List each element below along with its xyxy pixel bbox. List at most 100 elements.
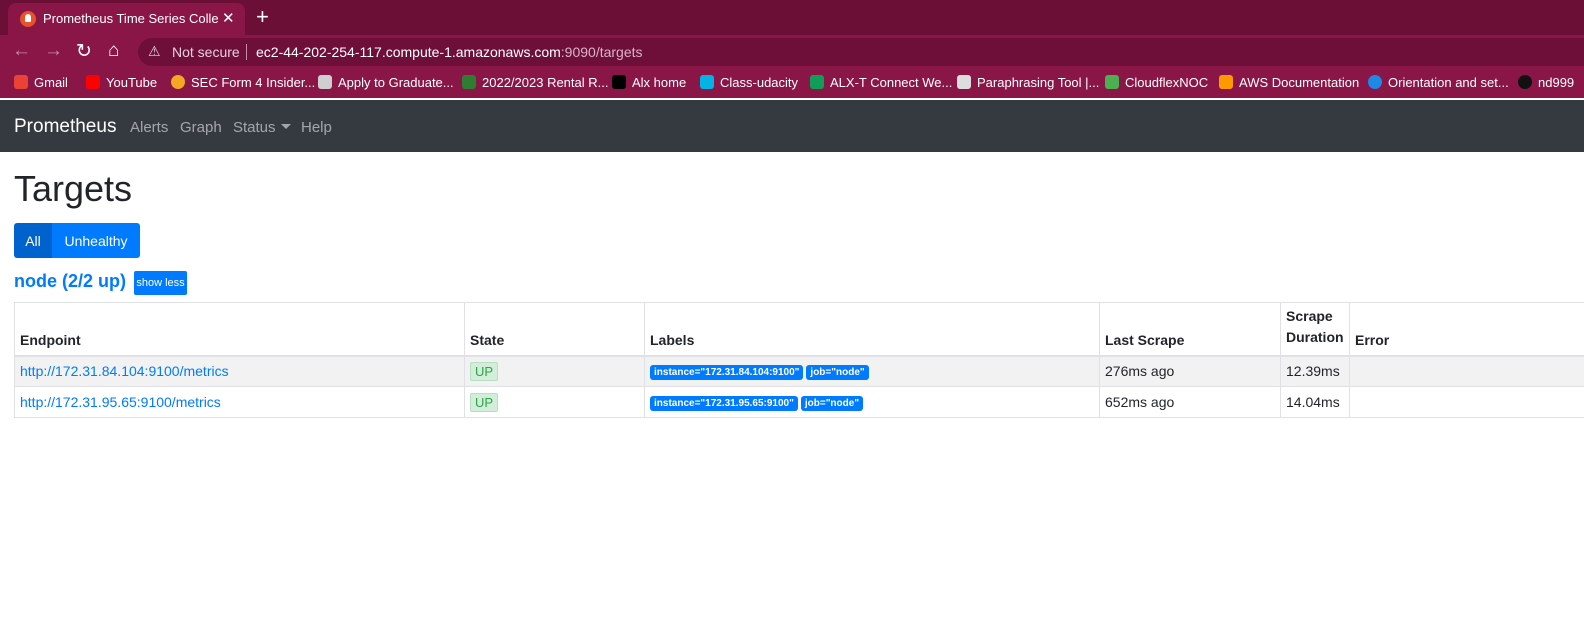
bookmark-youtube[interactable]: YouTube bbox=[86, 75, 157, 90]
endpoint-link[interactable]: http://172.31.95.65:9100/metrics bbox=[20, 394, 221, 410]
bookmark-label: Class-udacity bbox=[720, 75, 799, 90]
table-header-row: Endpoint State Labels Last Scrape Scrape… bbox=[14, 302, 1584, 357]
youtube-icon bbox=[86, 75, 100, 89]
bookmark-label: CloudflexNOC bbox=[1125, 75, 1209, 90]
bookmark-label: nd999 bbox=[1538, 75, 1575, 90]
filter-unhealthy-button[interactable]: Unhealthy bbox=[52, 223, 140, 258]
bookmark-rental[interactable]: 2022/2023 Rental R... bbox=[462, 75, 608, 90]
nav-status-label: Status bbox=[233, 119, 276, 136]
url-host: ec2-44-202-254-117.compute-1.amazonaws.c… bbox=[256, 44, 561, 60]
table-row: http://172.31.95.65:9100/metrics UP inst… bbox=[14, 386, 1584, 418]
bookmark-label: ALX-T Connect We... bbox=[830, 75, 953, 90]
bookmark-label: SEC Form 4 Insider... bbox=[191, 75, 316, 90]
reload-icon[interactable]: ↻ bbox=[76, 40, 92, 63]
prometheus-navbar: Prometheus Alerts Graph Status Help bbox=[0, 100, 1584, 152]
bookmark-cloudflexnoc[interactable]: CloudflexNOC bbox=[1105, 75, 1208, 90]
prometheus-favicon-icon bbox=[20, 11, 36, 27]
bookmark-orientation[interactable]: Orientation and set... bbox=[1368, 75, 1509, 90]
header-last-scrape: Last Scrape bbox=[1099, 302, 1281, 357]
bookmark-label: 2022/2023 Rental R... bbox=[482, 75, 609, 90]
nav-alerts[interactable]: Alerts bbox=[130, 119, 168, 136]
show-less-button[interactable]: show less bbox=[134, 271, 187, 295]
last-scrape-cell: 652ms ago bbox=[1099, 386, 1281, 418]
tab-title: Prometheus Time Series Collection bbox=[43, 11, 218, 26]
scrape-pool-title[interactable]: node (2/2 up) bbox=[14, 271, 126, 292]
error-cell bbox=[1349, 355, 1584, 387]
nav-help[interactable]: Help bbox=[301, 119, 332, 136]
last-scrape-cell: 276ms ago bbox=[1099, 355, 1281, 387]
scrape-duration-cell: 14.04ms bbox=[1280, 386, 1350, 418]
bookmark-label: AWS Documentation bbox=[1239, 75, 1360, 90]
endpoint-link[interactable]: http://172.31.84.104:9100/metrics bbox=[20, 363, 229, 379]
endpoint-cell: http://172.31.95.65:9100/metrics bbox=[14, 386, 465, 418]
bookmark-label: Orientation and set... bbox=[1388, 75, 1509, 90]
table-row: http://172.31.84.104:9100/metrics UP ins… bbox=[14, 355, 1584, 387]
state-cell: UP bbox=[464, 386, 645, 418]
bookmark-gmail[interactable]: Gmail bbox=[14, 75, 68, 90]
header-labels: Labels bbox=[644, 302, 1100, 357]
back-arrow-icon[interactable]: ← bbox=[12, 40, 31, 62]
bookmark-paraphrasing[interactable]: Paraphrasing Tool |... bbox=[957, 75, 1099, 90]
bookmark-github[interactable]: nd999 bbox=[1518, 75, 1574, 90]
nav-graph[interactable]: Graph bbox=[180, 119, 222, 136]
bookmark-apply-graduate[interactable]: Apply to Graduate... bbox=[318, 75, 454, 90]
bookmark-aws-docs[interactable]: AWS Documentation bbox=[1219, 75, 1359, 90]
targets-table: Endpoint State Labels Last Scrape Scrape… bbox=[14, 302, 1584, 418]
bookmark-label: YouTube bbox=[106, 75, 158, 90]
bookmark-sec-form[interactable]: SEC Form 4 Insider... bbox=[171, 75, 315, 90]
tab-close-icon[interactable]: ✕ bbox=[222, 9, 235, 27]
aws-box-icon bbox=[1219, 75, 1233, 89]
feather-icon bbox=[957, 75, 971, 89]
bookmark-label: Apply to Graduate... bbox=[338, 75, 454, 90]
bookmark-label: Alx home bbox=[632, 75, 687, 90]
bookmark-label: Paraphrasing Tool |... bbox=[977, 75, 1100, 90]
nav-status-dropdown[interactable]: Status bbox=[233, 119, 291, 136]
header-endpoint: Endpoint bbox=[14, 302, 465, 357]
state-cell: UP bbox=[464, 355, 645, 387]
endpoint-cell: http://172.31.84.104:9100/metrics bbox=[14, 355, 465, 387]
sec-icon bbox=[171, 75, 185, 89]
home-icon[interactable]: ⌂ bbox=[108, 40, 119, 62]
filter-button-group: All Unhealthy bbox=[14, 223, 140, 258]
label-badge-job: job="node" bbox=[806, 365, 869, 381]
orientation-icon bbox=[1368, 75, 1382, 89]
url-path: :9090/targets bbox=[560, 44, 643, 60]
scrape-duration-cell: 12.39ms bbox=[1280, 355, 1350, 387]
udacity-icon bbox=[700, 75, 714, 89]
alx-icon bbox=[612, 75, 626, 89]
crest-icon bbox=[462, 75, 476, 89]
new-tab-icon[interactable]: + bbox=[256, 4, 269, 30]
address-divider bbox=[246, 44, 247, 60]
sheets-icon bbox=[810, 75, 824, 89]
bookmark-alx-connect[interactable]: ALX-T Connect We... bbox=[810, 75, 952, 90]
page-title: Targets bbox=[14, 168, 133, 209]
state-badge: UP bbox=[470, 361, 499, 381]
warning-icon[interactable]: ⚠ bbox=[148, 43, 161, 60]
bookmark-class-udacity[interactable]: Class-udacity bbox=[700, 75, 798, 90]
address-bar[interactable]: ⚠ Not secure ec2-44-202-254-117.compute-… bbox=[138, 38, 1584, 66]
forward-arrow-icon[interactable]: → bbox=[44, 40, 63, 62]
browser-tab-active[interactable]: Prometheus Time Series Collection ✕ bbox=[8, 3, 245, 35]
header-state: State bbox=[464, 302, 645, 357]
labels-cell: instance="172.31.84.104:9100" job="node" bbox=[644, 355, 1100, 387]
header-error: Error bbox=[1349, 302, 1584, 357]
browser-tab-bar: Prometheus Time Series Collection ✕ + bbox=[0, 0, 1584, 35]
cloudflex-icon bbox=[1105, 75, 1119, 89]
caret-down-icon bbox=[280, 124, 291, 129]
not-secure-label[interactable]: Not secure bbox=[172, 44, 240, 60]
bookmark-label: Gmail bbox=[34, 75, 68, 90]
filter-all-button[interactable]: All bbox=[14, 223, 52, 258]
url-text[interactable]: ec2-44-202-254-117.compute-1.amazonaws.c… bbox=[256, 44, 643, 60]
gmail-icon bbox=[14, 75, 28, 89]
github-icon bbox=[1518, 75, 1532, 89]
label-badge-instance: instance="172.31.95.65:9100" bbox=[650, 396, 798, 411]
browser-toolbar: ← → ↻ ⌂ ⚠ Not secure ec2-44-202-254-117.… bbox=[0, 35, 1584, 69]
state-badge: UP bbox=[470, 392, 499, 412]
bookmarks-bar: Gmail YouTube SEC Form 4 Insider... Appl… bbox=[0, 69, 1584, 98]
header-scrape-duration: Scrape Duration bbox=[1280, 302, 1350, 357]
university-icon bbox=[318, 75, 332, 89]
label-badge-instance: instance="172.31.84.104:9100" bbox=[650, 365, 804, 381]
brand-link[interactable]: Prometheus bbox=[14, 116, 116, 138]
error-cell bbox=[1349, 386, 1584, 418]
bookmark-alx-home[interactable]: Alx home bbox=[612, 75, 686, 90]
